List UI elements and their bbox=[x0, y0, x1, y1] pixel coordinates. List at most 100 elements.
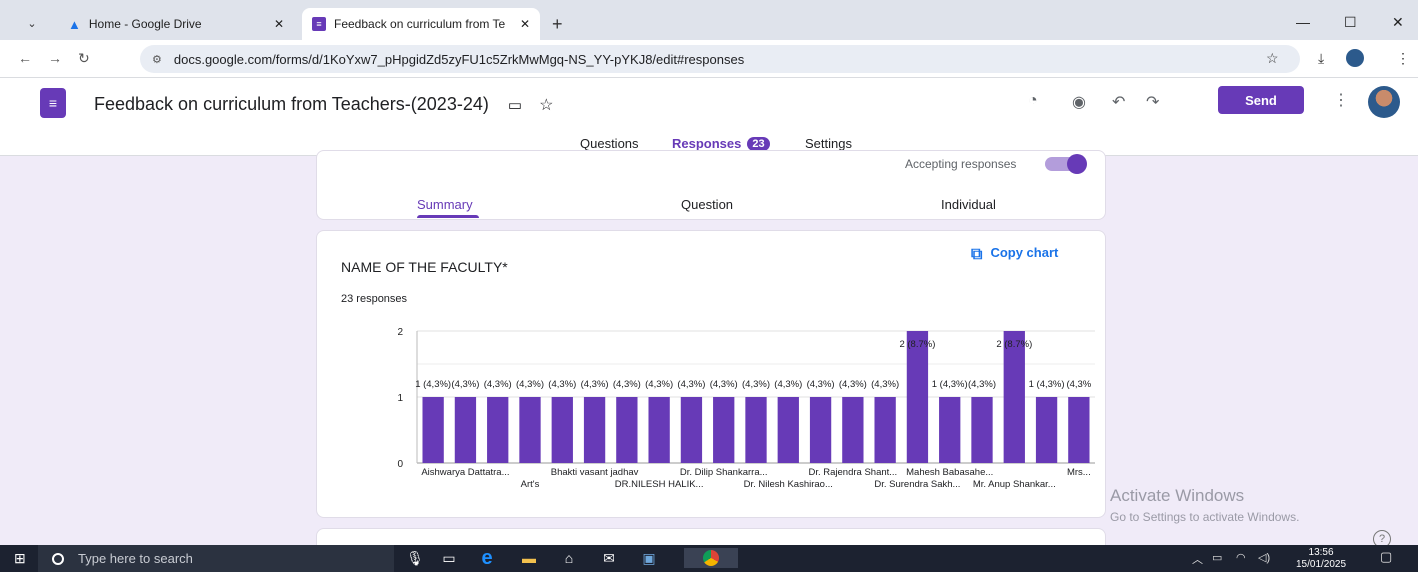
tab-title: Home - Google Drive bbox=[88, 17, 202, 31]
google-drive-icon: ▲ bbox=[68, 16, 81, 32]
undo-icon[interactable]: ↶ bbox=[1112, 92, 1125, 112]
url-input[interactable]: ⚙ docs.google.com/forms/d/1KoYxw7_pHpgid… bbox=[140, 45, 1300, 73]
redo-icon[interactable]: ↷ bbox=[1146, 92, 1159, 112]
search-icon bbox=[52, 552, 64, 565]
tab-responses[interactable]: Responses 23 bbox=[672, 136, 770, 151]
tab-google-drive[interactable]: ▲ Home - Google Drive ✕ bbox=[58, 8, 294, 40]
x-tick-label: Bhakti vasant jadhav bbox=[551, 467, 639, 478]
palette-icon[interactable]: ◔ bbox=[1028, 92, 1038, 110]
data-label: (4,3%) bbox=[451, 379, 479, 390]
maximize-icon[interactable]: ☐ bbox=[1344, 14, 1357, 31]
x-tick-label: Aishwarya Dattatra... bbox=[421, 467, 509, 478]
search-placeholder: Type here to search bbox=[78, 551, 193, 566]
browser-menu-icon[interactable]: ⋮ bbox=[1396, 50, 1410, 67]
star-icon[interactable]: ☆ bbox=[539, 97, 553, 114]
x-tick-label: Dr. Nilesh Kashirao... bbox=[744, 479, 833, 490]
address-bar-row: ← → ↻ ⚙ docs.google.com/forms/d/1KoYxw7_… bbox=[0, 40, 1418, 78]
tab-label: Questions bbox=[580, 136, 639, 151]
folder-icon[interactable]: ▭ bbox=[508, 97, 522, 114]
google-forms-logo-icon[interactable]: ≡ bbox=[40, 88, 66, 118]
subtab-individual[interactable]: Individual bbox=[941, 197, 996, 212]
tab-settings[interactable]: Settings bbox=[805, 136, 852, 151]
taskbar-search-input[interactable]: Type here to search bbox=[38, 545, 394, 572]
reload-icon[interactable]: ↻ bbox=[78, 50, 90, 67]
bar bbox=[454, 397, 477, 463]
notifications-icon[interactable]: ▢ bbox=[1380, 549, 1392, 565]
windows-taskbar: ⊞ Type here to search 🎙 ▭ e ▬ ⌂ ✉ ▣ ︿ ▭ … bbox=[0, 545, 1418, 572]
site-info-icon[interactable]: ⚙ bbox=[152, 53, 162, 66]
bar bbox=[713, 397, 735, 463]
bar bbox=[842, 397, 864, 463]
bar bbox=[874, 397, 896, 463]
x-tick-label: Dr. Rajendra Shant... bbox=[808, 467, 897, 478]
close-icon[interactable]: ✕ bbox=[520, 17, 530, 31]
file-explorer-icon[interactable]: ▬ bbox=[518, 548, 540, 568]
x-tick-label: Mr. Anup Shankar... bbox=[973, 479, 1056, 490]
bar bbox=[971, 397, 993, 463]
network-icon[interactable]: ▭ bbox=[1212, 551, 1222, 564]
data-label: (4,3%) bbox=[710, 379, 738, 390]
response-count-badge: 23 bbox=[747, 137, 770, 151]
new-tab-button[interactable]: + bbox=[552, 14, 563, 35]
tab-label: Responses bbox=[672, 136, 742, 151]
chrome-icon[interactable] bbox=[684, 548, 738, 568]
subtab-summary[interactable]: Summary bbox=[417, 197, 473, 212]
tab-feedback-form[interactable]: ≡ Feedback on curriculum from Te ✕ bbox=[302, 8, 540, 40]
microphone-icon[interactable]: 🎙 bbox=[404, 548, 426, 568]
activate-title: Activate Windows bbox=[1110, 486, 1245, 505]
data-label: (4,3%) bbox=[581, 379, 609, 390]
forward-arrow-icon[interactable]: → bbox=[48, 50, 62, 66]
bar bbox=[422, 397, 444, 463]
back-arrow-icon[interactable]: ← bbox=[18, 50, 32, 66]
bar bbox=[906, 331, 929, 463]
task-view-icon[interactable]: ▭ bbox=[438, 548, 460, 568]
edge-icon[interactable]: e bbox=[476, 547, 498, 569]
data-label: (4,3%) bbox=[774, 379, 802, 390]
clock-time: 13:56 bbox=[1308, 547, 1334, 558]
windows-start-icon[interactable]: ⊞ bbox=[14, 550, 26, 567]
accepting-responses-toggle[interactable] bbox=[1045, 154, 1087, 174]
wifi-icon[interactable]: ◠ bbox=[1236, 551, 1246, 564]
data-label: 2 (8.7%) bbox=[899, 339, 935, 350]
y-tick-label: 0 bbox=[397, 459, 403, 470]
bar bbox=[777, 397, 799, 463]
data-label: (4,3%) bbox=[742, 379, 770, 390]
x-tick-label: DR.NILESH HALIK... bbox=[615, 479, 704, 490]
activate-windows-watermark: Activate Windows Go to Settings to activ… bbox=[1110, 486, 1299, 524]
tray-chevron-icon[interactable]: ︿ bbox=[1192, 551, 1203, 567]
bar bbox=[616, 397, 638, 463]
minimize-icon[interactable]: — bbox=[1296, 14, 1310, 30]
preview-eye-icon[interactable]: ◉ bbox=[1072, 92, 1086, 112]
bookmark-star-icon[interactable]: ☆ bbox=[1266, 50, 1279, 67]
responses-summary-card: Accepting responses Summary Question Ind… bbox=[316, 150, 1106, 220]
volume-icon[interactable]: ◁) bbox=[1258, 551, 1270, 564]
accepting-responses-label: Accepting responses bbox=[905, 157, 1017, 171]
send-button[interactable]: Send bbox=[1218, 86, 1304, 114]
form-title-text: Feedback on curriculum from Teachers-(20… bbox=[94, 94, 489, 114]
data-label: (4,3%) bbox=[548, 379, 576, 390]
data-label: 2 (8.7%) bbox=[996, 339, 1032, 350]
mail-icon[interactable]: ✉ bbox=[598, 548, 620, 568]
avatar[interactable] bbox=[1368, 86, 1400, 118]
download-icon[interactable]: ⤓ bbox=[1318, 50, 1324, 67]
tab-questions[interactable]: Questions bbox=[580, 136, 639, 151]
app-icon[interactable]: ▣ bbox=[638, 548, 660, 568]
data-label: (4,3%) bbox=[516, 379, 544, 390]
profile-avatar[interactable] bbox=[1346, 49, 1364, 67]
clock[interactable]: 13:56 15/01/2025 bbox=[1296, 547, 1346, 571]
data-label: (4,3%) bbox=[484, 379, 512, 390]
y-tick-label: 1 bbox=[397, 393, 403, 404]
data-label: (4,3%) bbox=[677, 379, 705, 390]
x-tick-label: Mrs... bbox=[1067, 467, 1091, 478]
close-icon[interactable]: ✕ bbox=[274, 17, 284, 31]
data-label: (4,3%) bbox=[839, 379, 867, 390]
data-label: (4,3% bbox=[1066, 379, 1091, 390]
bar-chart: 0121 (4,3%) (4,3%) (4,3%) (4,3%) (4,3%) (4,3%… bbox=[397, 327, 1095, 490]
subtab-question[interactable]: Question bbox=[681, 197, 733, 212]
more-options-icon[interactable]: ⋮ bbox=[1333, 90, 1349, 110]
data-label: (4,3%) bbox=[613, 379, 641, 390]
bar bbox=[519, 397, 541, 463]
store-icon[interactable]: ⌂ bbox=[558, 548, 580, 568]
close-window-icon[interactable]: ✕ bbox=[1392, 14, 1404, 31]
tab-search-button[interactable]: ⌄ bbox=[18, 12, 46, 34]
